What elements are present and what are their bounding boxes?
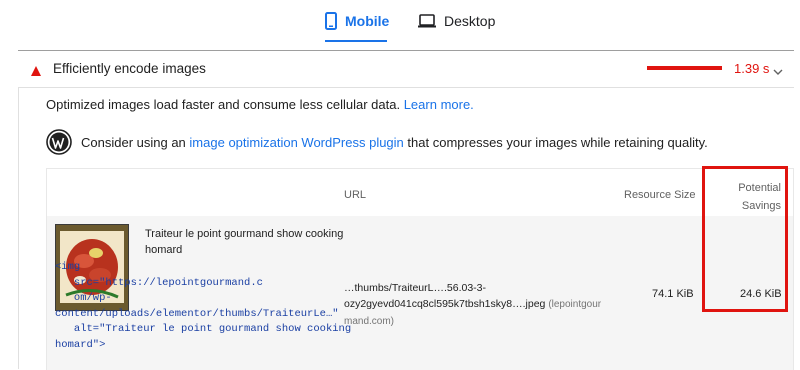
wordpress-logo-icon [46, 129, 72, 155]
chevron-down-icon[interactable] [773, 63, 783, 81]
wp-plugin-link[interactable]: image optimization WordPress plugin [189, 135, 403, 150]
learn-more-link[interactable]: Learn more. [404, 97, 474, 112]
url-line2: ozy2gyevd041cq8cl595k7tbsh1sky8….jpeg [344, 298, 546, 310]
tab-mobile[interactable]: Mobile [325, 0, 390, 42]
resource-size-value: 74.1 KiB [652, 288, 694, 300]
audit-description: Optimized images load faster and consume… [46, 97, 474, 112]
image-caption: Traiteur le point gourmand show cooking … [145, 228, 344, 256]
opportunity-table: URL Resource Size Potential Savings Trai… [46, 168, 794, 370]
table-header: URL Resource Size Potential Savings [47, 169, 793, 216]
description-text: Optimized images load faster and consume… [46, 97, 401, 112]
tab-desktop-label: Desktop [444, 13, 496, 29]
audit-left-border [18, 87, 19, 369]
device-tabs: Mobile Desktop [0, 0, 800, 44]
header-url: URL [344, 189, 367, 201]
highlight-box [702, 166, 788, 312]
desktop-monitor-icon [418, 14, 436, 28]
resource-url[interactable]: …thumbs/TraiteurL….56.03-3- ozy2gyevd041… [344, 280, 614, 330]
table-row[interactable]: Traiteur le point gourmand show cooking … [47, 216, 793, 370]
audit-header[interactable]: Efficiently encode images 1.39 s [18, 51, 794, 88]
html-snippet: <img src="https://lepointgourmand.c om/w… [55, 261, 352, 351]
wp-text-after: that compresses your images while retain… [407, 134, 708, 150]
active-tab-underline [325, 40, 387, 42]
tab-mobile-label: Mobile [345, 13, 390, 29]
wp-text-before: Consider using an [81, 134, 186, 150]
savings-bar [647, 66, 722, 70]
savings-time: 1.39 s [734, 61, 770, 76]
url-line1: …thumbs/TraiteurL….56.03-3- [344, 282, 487, 294]
wordpress-hint: Consider using an image optimization Wor… [46, 127, 708, 157]
tab-desktop[interactable]: Desktop [418, 0, 495, 42]
mobile-phone-icon [325, 12, 337, 30]
audit-title: Efficiently encode images [53, 61, 206, 76]
warning-triangle-icon [31, 63, 41, 81]
header-resource-size: Resource Size [624, 189, 696, 201]
